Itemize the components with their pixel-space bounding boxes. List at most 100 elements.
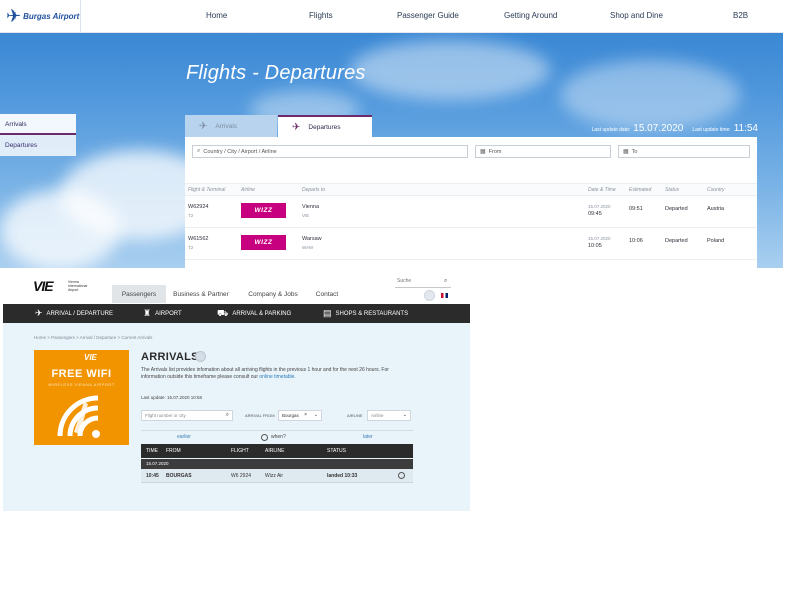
airline-logo: WIZZ (241, 203, 286, 218)
column-header: FLIGHT (231, 448, 249, 454)
to-date-input[interactable]: ▦ To (618, 145, 750, 158)
last-update-info: Last update date: 15.07.2020 Last update… (592, 123, 758, 134)
search-icon[interactable]: ⌕ (444, 278, 447, 285)
menu-airport[interactable]: ♜ AIRPORT (143, 308, 182, 319)
arrivals-description: The Arrivals list provides infomation ab… (141, 367, 411, 381)
destination-city: Warsaw (302, 236, 322, 242)
clear-icon[interactable]: × (304, 412, 307, 418)
estimated-time: 09:51 (629, 206, 643, 212)
calendar-icon: ▦ (623, 149, 629, 155)
tower-icon: ♜ (143, 308, 152, 318)
vienna-airport-logo[interactable]: VIE Vienna International Airport (33, 276, 93, 298)
plane-takeoff-icon: ✈ (292, 121, 301, 133)
column-header: FROM (166, 448, 181, 454)
menu-arrival-departure[interactable]: ✈ ARRIVAL / DEPARTURE (35, 308, 113, 319)
tab-departures[interactable]: ✈ Departures (278, 115, 372, 137)
language-flag-icon[interactable] (441, 293, 448, 298)
table-row[interactable]: W61562 T2 WIZZ Warsaw WAW 15.07.2020 10:… (185, 228, 757, 260)
table-row[interactable]: W62924 T2 WIZZ Vienna VIE 15.07.2020 09:… (185, 196, 757, 228)
from-date-input[interactable]: ▦ From (475, 145, 611, 158)
column-header: Status (665, 187, 680, 193)
nav-b2b[interactable]: B2B (733, 11, 748, 20)
nav-passenger-guide[interactable]: Passenger Guide (397, 11, 459, 20)
arrival-time: 10:45 (146, 473, 159, 479)
flight-status: Departed (665, 206, 688, 212)
date-group-label: 15.07.2020 (146, 461, 169, 466)
nav-getting-around[interactable]: Getting Around (504, 11, 557, 20)
tab-label: Departures (308, 123, 341, 131)
logo-name: Vienna International Airport (68, 280, 88, 292)
earlier-link[interactable]: earlier (177, 434, 191, 440)
arrival-status: landed 10:33 (327, 473, 358, 479)
airplane-logo-icon: ✈ (6, 6, 22, 26)
vienna-airport-page: VIE Vienna International Airport Suche ⌕… (3, 268, 470, 511)
search-placeholder: Country / City / Airport / Airline (203, 148, 277, 155)
departure-date: 15.07.2020 (588, 204, 611, 209)
later-link[interactable]: later (363, 434, 373, 440)
sidebar: Arrivals Departures (0, 114, 76, 156)
arrival-from: BOURGAS (166, 473, 192, 479)
airline-label: AIRLINE (347, 413, 363, 418)
flight-search-input[interactable]: Flight number or city ⌕ (141, 410, 233, 421)
chevron-down-icon: ⌄ (402, 412, 407, 418)
nav-home[interactable]: Home (206, 11, 227, 20)
tab-arrivals[interactable]: ✈ Arrivals (185, 115, 277, 137)
column-header: Airline (241, 187, 255, 193)
breadcrumb[interactable]: Home > Passengers > Arrival / Departure … (34, 335, 152, 340)
filter-bar: Flight number or city ⌕ ARRIVAL FROM Bou… (141, 408, 413, 424)
sidebar-item-departures[interactable]: Departures (0, 135, 76, 156)
flight-number: W6 2924 (231, 473, 252, 479)
cloud (560, 60, 740, 130)
tab-contact[interactable]: Contact (309, 285, 345, 303)
tab-business-partner[interactable]: Business & Partner (168, 285, 234, 303)
arrival-from-select[interactable]: Bourgas × ⌄ (278, 410, 322, 421)
arrivals-table-header: TIME FROM FLIGHT AIRLINE STATUS (141, 444, 413, 458)
logo-text: Burgas Airport (23, 11, 80, 21)
clock-icon (261, 434, 268, 441)
destination-code: WAW (302, 245, 314, 250)
last-update: Last update: 15.07.2020 10:58 (141, 395, 203, 400)
logo-mark: VIE (33, 278, 54, 294)
calendar-icon: ▦ (480, 149, 486, 155)
nav-flights[interactable]: Flights (309, 11, 333, 20)
divider (80, 0, 81, 33)
promo-subtitle: WIRELESS VIENNA AIRPORT (48, 382, 115, 387)
last-update-date-label: Last update date: (591, 127, 631, 133)
burgas-logo[interactable]: ✈ Burgas Airport (6, 4, 80, 28)
arrivals-icon (195, 351, 206, 362)
column-header: Flight & Terminal (188, 187, 226, 193)
departures-table: ⌕ Country / City / Airport / Airline ▦ F… (185, 137, 757, 268)
to-placeholder: To (631, 148, 638, 155)
airline-placeholder: Airline (371, 413, 384, 418)
menu-shops-restaurants[interactable]: ▤ SHOPS & RESTAURANTS (323, 308, 408, 319)
menu-label: ARRIVAL & PARKING (232, 310, 292, 317)
plane-landing-icon: ✈ (199, 120, 208, 132)
online-timetable-link[interactable]: online timetable. (259, 374, 295, 380)
cloud (350, 40, 550, 100)
expand-row-icon[interactable] (398, 472, 405, 479)
airline-select[interactable]: Airline ⌄ (367, 410, 411, 421)
column-header: Date & Time (588, 187, 616, 193)
tab-company-jobs[interactable]: Company & Jobs (243, 285, 303, 303)
when-selector[interactable]: when? (271, 434, 286, 440)
user-icon[interactable] (424, 290, 435, 301)
shop-icon: ▤ (323, 308, 332, 318)
table-row[interactable]: 10:45 BOURGAS W6 2924 Wizz Air landed 10… (141, 469, 413, 483)
free-wifi-promo[interactable]: VIE FREE WIFI WIRELESS VIENNA AIRPORT (34, 350, 129, 445)
flight-search-placeholder: Flight number or city (145, 413, 186, 418)
nav-shop-and-dine[interactable]: Shop and Dine (610, 11, 663, 20)
last-update-time: 11:54 (733, 123, 758, 134)
site-search-input[interactable]: Suche (395, 278, 451, 288)
flight-number: W62924 (188, 204, 209, 210)
screenshot-collage: ✈ Burgas Airport Home Flights Passenger … (0, 0, 808, 600)
search-input[interactable]: ⌕ Country / City / Airport / Airline (192, 145, 468, 158)
last-update-date: 15.07.2020 (633, 123, 684, 134)
menu-label: ARRIVAL / DEPARTURE (46, 310, 114, 317)
tab-passengers[interactable]: Passengers (112, 285, 166, 303)
column-header: Departs to (302, 187, 326, 193)
page-title: Flights - Departures (186, 62, 366, 84)
sidebar-item-arrivals[interactable]: Arrivals (0, 114, 76, 135)
column-header: Estimated (629, 187, 652, 193)
terminal: T2 (188, 245, 194, 250)
menu-arrival-parking[interactable]: ⛟ ARRIVAL & PARKING (217, 308, 291, 319)
